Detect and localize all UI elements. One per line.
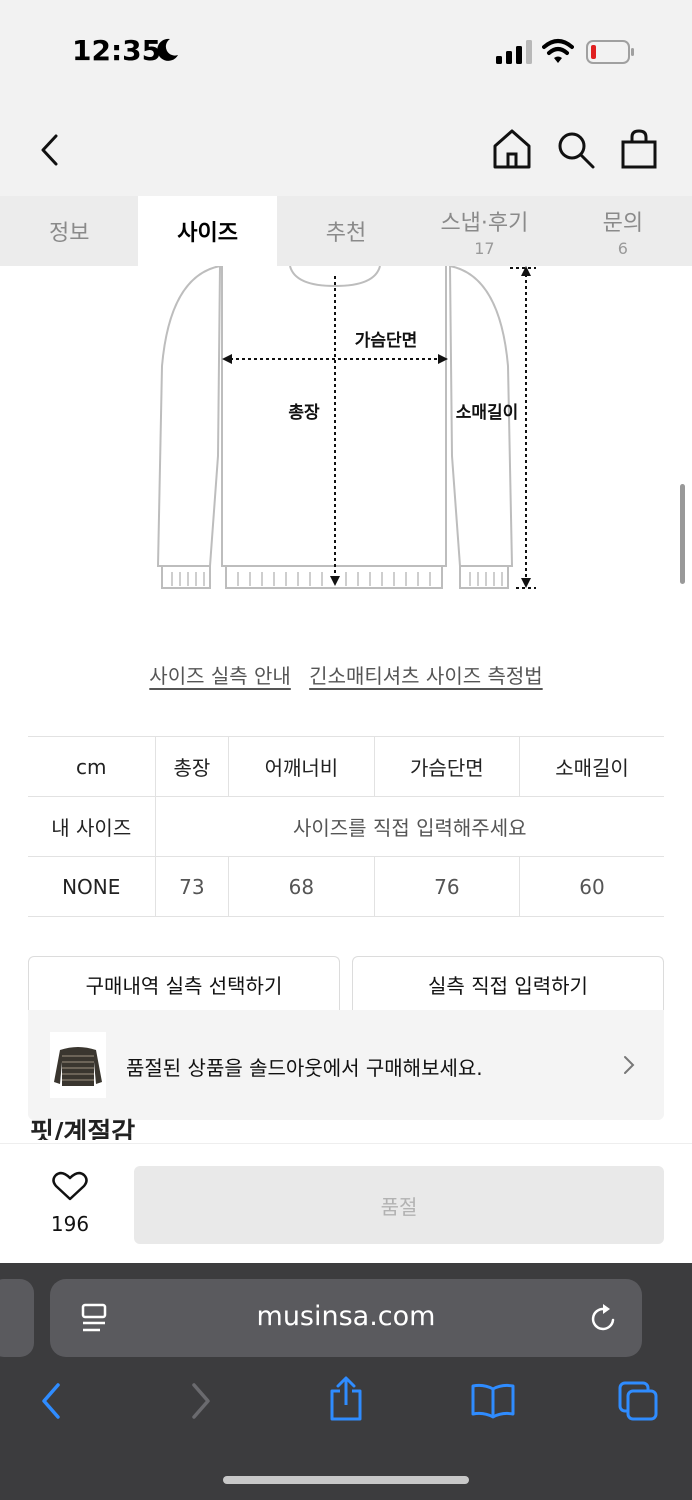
tab-size[interactable]: 사이즈 bbox=[138, 196, 277, 266]
fit-season-heading: 핏/계절감 bbox=[30, 1118, 136, 1140]
tab-count: 6 bbox=[617, 238, 628, 258]
size-guide-link[interactable]: 사이즈 실측 안내 bbox=[149, 664, 291, 688]
tab-info[interactable]: 정보 bbox=[0, 196, 138, 266]
measure-method-link[interactable]: 긴소매티셔츠 사이즈 측정법 bbox=[309, 664, 543, 688]
cellular-signal-icon bbox=[496, 40, 532, 64]
status-time: 12:35 bbox=[72, 34, 162, 67]
safari-bottom-bar: musinsa.com bbox=[0, 1263, 692, 1500]
unit-cell: cm bbox=[28, 736, 156, 797]
tabs-overview-icon[interactable] bbox=[618, 1381, 660, 1423]
total-length-label: 총장 bbox=[288, 403, 320, 423]
table-row: NONE 73 68 76 60 bbox=[28, 856, 664, 917]
share-icon[interactable] bbox=[328, 1375, 364, 1423]
home-indicator bbox=[223, 1476, 469, 1484]
measurement-arrowheads bbox=[222, 266, 531, 588]
scroll-indicator bbox=[680, 484, 685, 584]
header-cell: 어깨너비 bbox=[228, 736, 375, 797]
battery-icon bbox=[586, 40, 634, 64]
tab-label: 문의 bbox=[602, 210, 644, 236]
address-bar[interactable]: musinsa.com bbox=[50, 1279, 642, 1357]
measurement-buttons: 구매내역 실측 선택하기 실측 직접 입력하기 bbox=[28, 956, 664, 1012]
heart-icon[interactable] bbox=[52, 1170, 88, 1202]
my-size-label: 내 사이즈 bbox=[28, 796, 156, 857]
bookmarks-icon[interactable] bbox=[470, 1383, 516, 1419]
search-icon[interactable] bbox=[556, 130, 596, 170]
status-bar: 12:35 bbox=[0, 0, 692, 100]
size-name-cell: NONE bbox=[28, 856, 156, 917]
value-cell: 68 bbox=[228, 856, 375, 917]
tab-count: 17 bbox=[474, 238, 495, 258]
previous-tab-pill[interactable] bbox=[0, 1279, 34, 1357]
chest-width-label: 가슴단면 bbox=[355, 331, 418, 351]
browser-forward-icon[interactable] bbox=[188, 1381, 214, 1421]
purchase-action-bar: 196 품절 bbox=[0, 1143, 692, 1263]
tab-label: 사이즈 bbox=[177, 221, 238, 246]
reload-icon[interactable] bbox=[590, 1303, 618, 1333]
tab-snap-review[interactable]: 스냅·후기 17 bbox=[415, 196, 553, 266]
tab-label: 정보 bbox=[48, 221, 90, 246]
top-navigation bbox=[0, 100, 692, 196]
manual-measure-input-button[interactable]: 실측 직접 입력하기 bbox=[352, 956, 664, 1012]
header-cell: 총장 bbox=[155, 736, 230, 797]
value-cell: 60 bbox=[519, 856, 664, 917]
header-cell: 소매길이 bbox=[519, 736, 664, 797]
tab-label: 추천 bbox=[325, 221, 367, 246]
moon-icon bbox=[157, 38, 178, 61]
size-measurement-diagram: 가슴단면 총장 소매길이 bbox=[156, 266, 536, 589]
size-guide-links: 사이즈 실측 안내 긴소매티셔츠 사이즈 측정법 bbox=[0, 660, 692, 689]
wifi-icon bbox=[542, 39, 574, 63]
my-size-input-prompt[interactable]: 사이즈를 직접 입력해주세요 bbox=[155, 796, 664, 857]
browser-back-icon[interactable] bbox=[38, 1381, 64, 1421]
soldout-button[interactable]: 품절 bbox=[134, 1166, 664, 1244]
value-cell: 73 bbox=[155, 856, 230, 917]
soldout-banner[interactable]: 품절된 상품을 솔드아웃에서 구매해보세요. bbox=[28, 1010, 664, 1120]
back-arrow-icon[interactable] bbox=[36, 132, 64, 168]
tab-inquiry[interactable]: 문의 6 bbox=[554, 196, 692, 266]
table-header-row: cm 총장 어깨너비 가슴단면 소매길이 bbox=[28, 736, 664, 797]
value-cell: 76 bbox=[374, 856, 521, 917]
like-count: 196 bbox=[50, 1212, 90, 1236]
product-thumbnail bbox=[50, 1032, 106, 1098]
purchase-history-measure-button[interactable]: 구매내역 실측 선택하기 bbox=[28, 956, 340, 1012]
my-size-row: 내 사이즈 사이즈를 직접 입력해주세요 bbox=[28, 796, 664, 857]
size-table: cm 총장 어깨너비 가슴단면 소매길이 내 사이즈 사이즈를 직접 입력해주세… bbox=[28, 736, 664, 917]
soldout-banner-text: 품절된 상품을 솔드아웃에서 구매해보세요. bbox=[126, 1056, 483, 1080]
chevron-right-icon bbox=[624, 1056, 635, 1074]
url-text: musinsa.com bbox=[256, 1301, 436, 1332]
measurement-lines bbox=[230, 267, 536, 589]
tab-label: 스냅·후기 bbox=[440, 210, 529, 236]
product-tabs: 정보 사이즈 추천 스냅·후기 17 문의 6 bbox=[0, 196, 692, 266]
home-icon[interactable] bbox=[492, 128, 532, 170]
sleeve-length-label: 소매길이 bbox=[456, 403, 519, 423]
shopping-bag-icon[interactable] bbox=[620, 128, 658, 170]
tab-recommend[interactable]: 추천 bbox=[277, 196, 415, 266]
header-cell: 가슴단면 bbox=[374, 736, 521, 797]
